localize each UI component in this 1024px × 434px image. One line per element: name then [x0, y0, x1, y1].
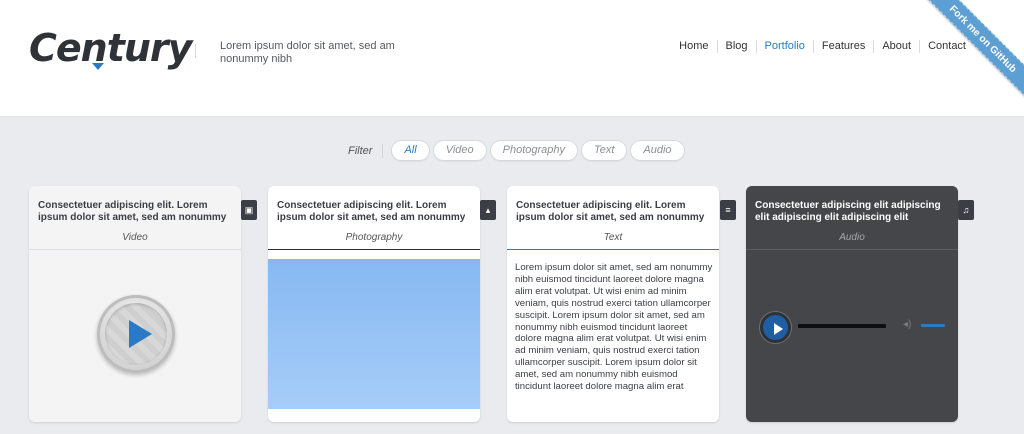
filter-photography[interactable]: Photography	[490, 140, 578, 161]
card-divider	[29, 249, 241, 250]
image-icon: ▴	[480, 200, 496, 220]
nav-home[interactable]: Home	[671, 40, 716, 53]
play-icon	[129, 320, 152, 348]
nav-features[interactable]: Features	[813, 40, 873, 53]
portfolio-card-video[interactable]: Consectetuer adipiscing elit. Lorem ipsu…	[29, 186, 241, 422]
tagline-divider	[195, 44, 196, 58]
card-body-text: Lorem ipsum dolor sit amet, sed am nonum…	[515, 262, 713, 393]
nav-about[interactable]: About	[873, 40, 919, 53]
logo[interactable]: Century	[29, 26, 191, 70]
play-button-face	[105, 303, 167, 365]
filter-video[interactable]: Video	[433, 140, 487, 161]
audio-play-button[interactable]	[760, 312, 791, 343]
nav-blog[interactable]: Blog	[717, 40, 756, 53]
card-category: Photography	[268, 232, 480, 243]
card-photo[interactable]	[268, 259, 480, 409]
site-header: Century Lorem ipsum dolor sit amet, sed …	[0, 0, 1024, 117]
nav-portfolio[interactable]: Portfolio	[756, 40, 813, 53]
github-ribbon[interactable]: Fork me on GitHub	[924, 0, 1024, 100]
video-play-button[interactable]	[97, 295, 175, 373]
logo-arrow-icon	[92, 63, 104, 70]
card-title[interactable]: Consectetuer adipiscing elit adipiscing …	[755, 200, 951, 224]
card-divider	[507, 249, 719, 250]
portfolio-card-text[interactable]: Consectetuer adipiscing elit. Lorem ipsu…	[507, 186, 719, 422]
play-icon	[774, 323, 783, 335]
card-category: Video	[29, 232, 241, 243]
tagline: Lorem ipsum dolor sit amet, sed am nonum…	[220, 40, 400, 66]
filter-text[interactable]: Text	[581, 140, 627, 161]
card-category: Text	[507, 232, 719, 243]
card-title[interactable]: Consectetuer adipiscing elit. Lorem ipsu…	[38, 200, 234, 224]
filter-audio[interactable]: Audio	[630, 140, 684, 161]
filter-all[interactable]: All	[391, 140, 429, 161]
volume-slider[interactable]	[921, 324, 945, 327]
card-divider	[746, 249, 958, 250]
film-icon: ▣	[241, 200, 257, 220]
audio-progress-track[interactable]	[798, 324, 886, 328]
card-title[interactable]: Consectetuer adipiscing elit. Lorem ipsu…	[516, 200, 712, 224]
filter-label: Filter	[348, 145, 372, 157]
music-icon: ♫	[958, 200, 974, 220]
card-title[interactable]: Consectetuer adipiscing elit. Lorem ipsu…	[277, 200, 473, 224]
card-category: Audio	[746, 232, 958, 243]
text-icon: ≡	[720, 200, 736, 220]
volume-icon[interactable]: ◂)	[903, 319, 911, 330]
github-ribbon-wrap: Fork me on GitHub	[924, 0, 1024, 100]
portfolio-card-photography[interactable]: Consectetuer adipiscing elit. Lorem ipsu…	[268, 186, 480, 422]
portfolio-filter: Filter All Video Photography Text Audio	[348, 140, 688, 161]
portfolio-card-audio[interactable]: Consectetuer adipiscing elit adipiscing …	[746, 186, 958, 422]
card-divider	[268, 249, 480, 250]
filter-divider	[382, 144, 383, 158]
